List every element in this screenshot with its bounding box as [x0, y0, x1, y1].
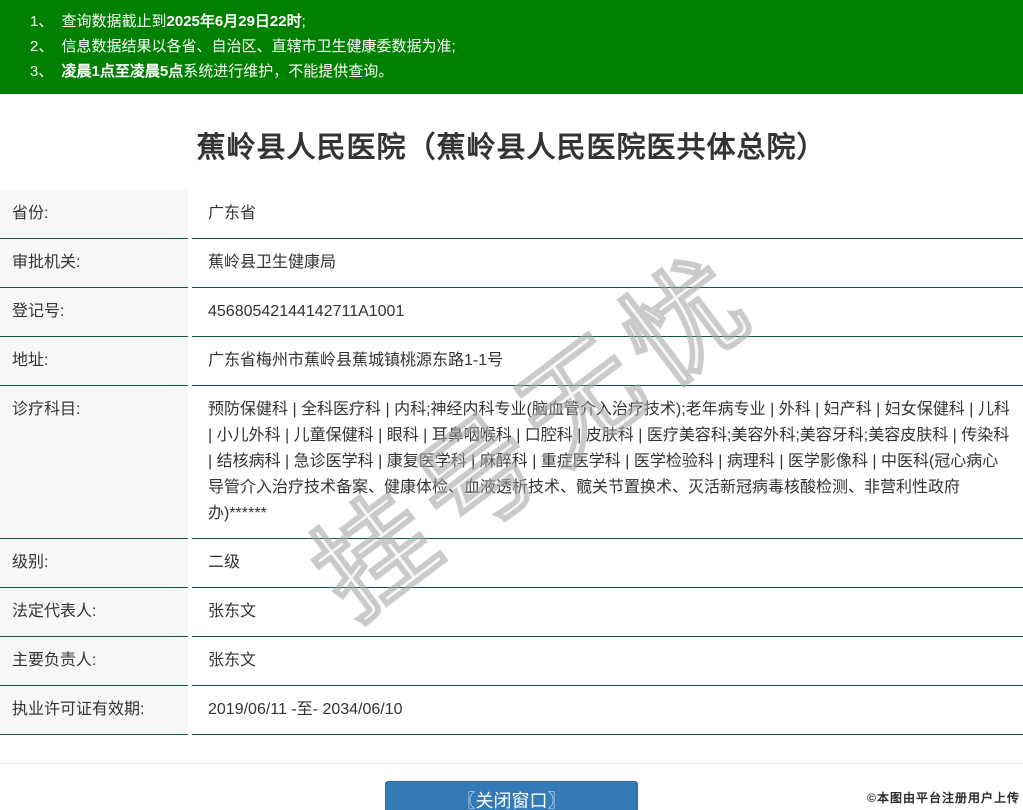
field-value: 张东文: [192, 588, 1023, 637]
field-label: 登记号:: [0, 288, 188, 337]
field-value: 预防保健科 | 全科医疗科 | 内科;神经内科专业(脑血管介入治疗技术);老年病…: [192, 386, 1023, 539]
field-label: 审批机关:: [0, 239, 188, 288]
table-row: 省份: 广东省: [0, 190, 1023, 239]
field-label: 主要负责人:: [0, 637, 188, 686]
table-row: 审批机关: 蕉岭县卫生健康局: [0, 239, 1023, 288]
notice-number: 2、: [30, 38, 54, 55]
field-value: 广东省: [192, 190, 1023, 239]
field-label: 地址:: [0, 337, 188, 386]
field-label: 级别:: [0, 539, 188, 588]
table-row: 级别: 二级: [0, 539, 1023, 588]
info-table: 省份: 广东省 审批机关: 蕉岭县卫生健康局 登记号: 456805421441…: [0, 190, 1023, 735]
table-row: 主要负责人: 张东文: [0, 637, 1023, 686]
notice-item: 1、 查询数据截止到2025年6月29日22时;: [30, 9, 1003, 34]
notice-list: 1、 查询数据截止到2025年6月29日22时; 2、 信息数据结果以各省、自治…: [30, 9, 1003, 84]
table-row: 法定代表人: 张东文: [0, 588, 1023, 637]
upload-credit-text: ©本图由平台注册用户上传: [867, 791, 1020, 805]
query-result-page: 1、 查询数据截止到2025年6月29日22时; 2、 信息数据结果以各省、自治…: [0, 0, 1023, 810]
field-label: 诊疗科目:: [0, 386, 188, 539]
notice-text: 查询数据截止到2025年6月29日22时;: [61, 13, 306, 30]
field-label: 省份:: [0, 190, 188, 239]
field-label: 执业许可证有效期:: [0, 686, 188, 735]
field-value: 蕉岭县卫生健康局: [192, 239, 1023, 288]
field-value: 二级: [192, 539, 1023, 588]
notice-item: 2、 信息数据结果以各省、自治区、直辖市卫生健康委数据为准;: [30, 34, 1003, 59]
notice-number: 3、: [30, 63, 54, 80]
field-label: 法定代表人:: [0, 588, 188, 637]
close-window-button[interactable]: 〖关闭窗口〗: [385, 781, 638, 810]
notice-text: 凌晨1点至凌晨5点系统进行维护，不能提供查询。: [61, 63, 394, 80]
footer-divider: [0, 763, 1023, 764]
field-value: 2019/06/11 -至- 2034/06/10: [192, 686, 1023, 735]
notice-number: 1、: [30, 13, 54, 30]
notice-banner: 1、 查询数据截止到2025年6月29日22时; 2、 信息数据结果以各省、自治…: [0, 0, 1023, 94]
table-row: 执业许可证有效期: 2019/06/11 -至- 2034/06/10: [0, 686, 1023, 735]
field-value: 广东省梅州市蕉岭县蕉城镇桃源东路1-1号: [192, 337, 1023, 386]
field-value: 张东文: [192, 637, 1023, 686]
table-row: 登记号: 45680542144142711A1001: [0, 288, 1023, 337]
hospital-title: 蕉岭县人民医院（蕉岭县人民医院医共体总院）: [196, 132, 827, 164]
notice-item: 3、 凌晨1点至凌晨5点系统进行维护，不能提供查询。: [30, 59, 1003, 84]
table-row: 诊疗科目: 预防保健科 | 全科医疗科 | 内科;神经内科专业(脑血管介入治疗技…: [0, 386, 1023, 539]
table-row: 地址: 广东省梅州市蕉岭县蕉城镇桃源东路1-1号: [0, 337, 1023, 386]
field-value: 45680542144142711A1001: [192, 288, 1023, 337]
notice-text: 信息数据结果以各省、自治区、直辖市卫生健康委数据为准;: [61, 38, 456, 55]
